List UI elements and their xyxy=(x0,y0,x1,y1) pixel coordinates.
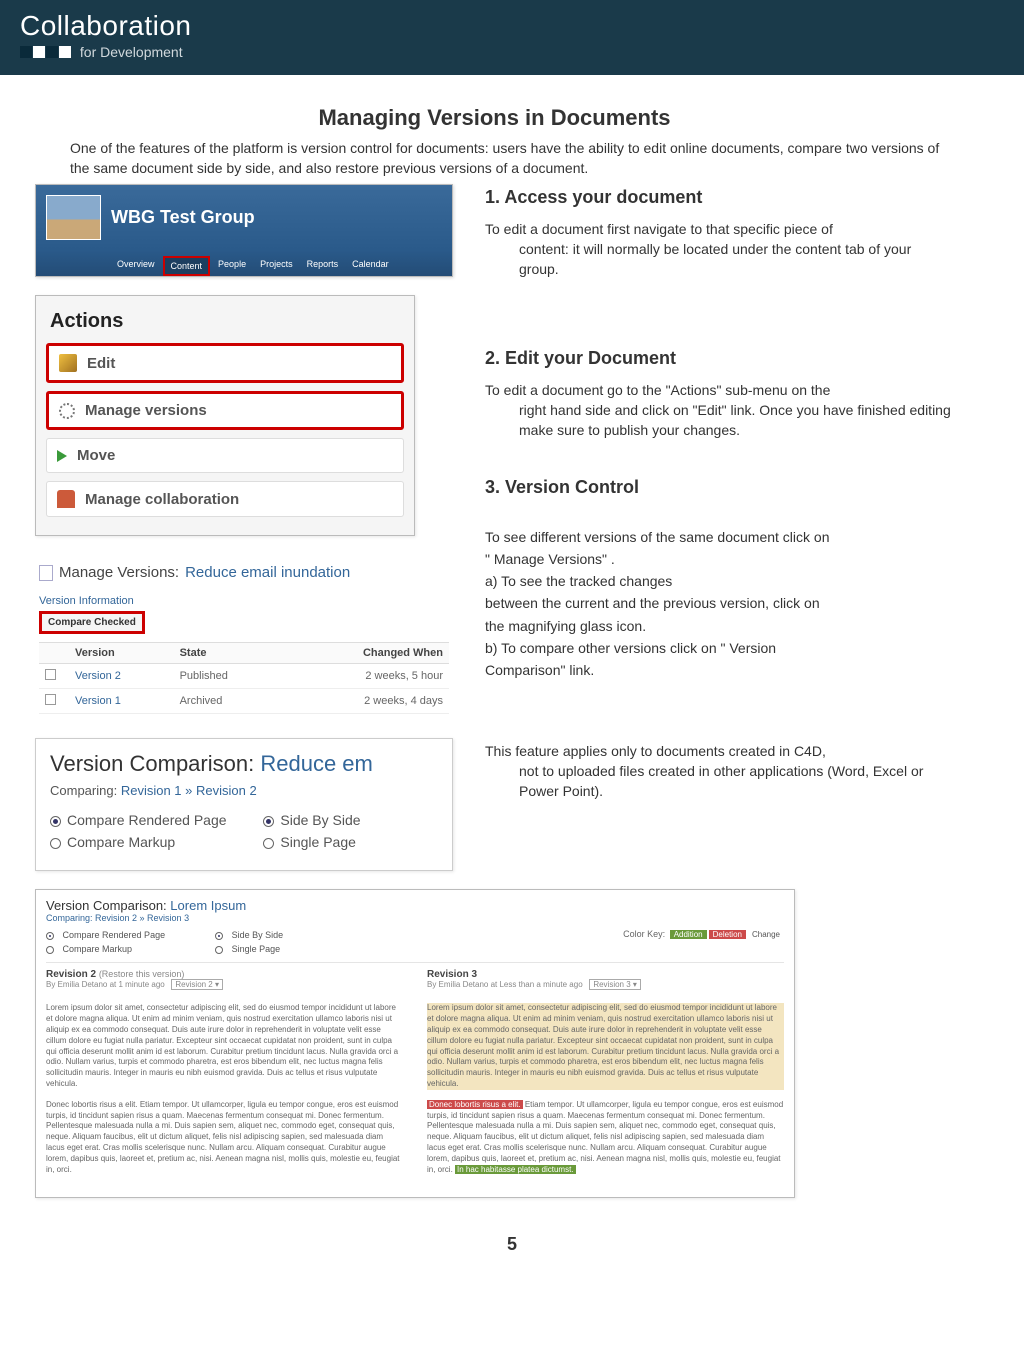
action-move[interactable]: Move xyxy=(46,438,404,473)
diff-right-column: Revision 3 By Emilia Detano at Less than… xyxy=(427,969,784,1185)
checkbox-icon[interactable] xyxy=(45,669,56,680)
tab-people[interactable]: People xyxy=(212,256,252,276)
col-version: Version xyxy=(69,643,174,664)
step-2: 2. Edit your Document To edit a document… xyxy=(485,345,954,440)
col-changed: Changed When xyxy=(283,643,449,664)
radio-compare-markup[interactable]: Compare Markup xyxy=(50,834,263,850)
radio-on-icon xyxy=(50,816,61,827)
ws-radio-side[interactable]: Side By Side xyxy=(215,929,283,943)
step-2-heading: 2. Edit your Document xyxy=(485,345,954,371)
diff-para: Donec lobortis risus a elit. Etiam tempo… xyxy=(46,1100,403,1176)
vc-subtitle: Comparing: Revision 1 » Revision 2 xyxy=(50,783,438,798)
radio-single-page[interactable]: Single Page xyxy=(263,834,360,850)
radio-on-icon xyxy=(215,932,223,940)
table-row: Version 2 Published 2 weeks, 5 hour xyxy=(39,664,449,689)
tab-reports[interactable]: Reports xyxy=(301,256,345,276)
step-3-heading: 3. Version Control xyxy=(485,474,954,500)
ws-radio-markup[interactable]: Compare Markup xyxy=(46,943,165,957)
header-squares-icon xyxy=(20,45,72,61)
ws-radio-single[interactable]: Single Page xyxy=(215,943,283,957)
step-1: 1. Access your document To edit a docume… xyxy=(485,184,954,279)
group-header-screenshot: WBG Test Group Overview Content People P… xyxy=(35,184,453,277)
gear-icon xyxy=(59,403,75,419)
person-icon xyxy=(57,490,75,508)
table-row: Version 1 Archived 2 weeks, 4 days xyxy=(39,689,449,714)
color-key: Color Key: AdditionDeletionChange xyxy=(623,929,784,939)
diff-left-column: Revision 2 (Restore this version) By Emi… xyxy=(46,969,403,1185)
group-thumbnail-icon xyxy=(46,195,101,240)
revision-select-right[interactable]: Revision 3 ▾ xyxy=(589,979,641,990)
ws-radio-rendered[interactable]: Compare Rendered Page xyxy=(46,929,165,943)
arrow-icon xyxy=(57,450,67,462)
document-icon xyxy=(39,565,53,581)
actions-title: Actions xyxy=(46,304,404,343)
intro-paragraph: One of the features of the platform is v… xyxy=(70,139,954,178)
compare-checked-button[interactable]: Compare Checked xyxy=(39,611,145,634)
radio-off-icon xyxy=(50,838,61,849)
app-header: Collaboration for Development xyxy=(0,0,1024,75)
radio-off-icon xyxy=(215,946,223,954)
ws-subtitle: Comparing: Revision 2 » Revision 3 xyxy=(46,913,784,923)
header-title: Collaboration xyxy=(20,10,1004,42)
page-number: 5 xyxy=(0,1218,1024,1271)
diff-para: Lorem ipsum dolor sit amet, consectetur … xyxy=(427,1003,784,1089)
version-comparison-controls-screenshot: Version Comparison: Reduce em Comparing:… xyxy=(35,738,453,871)
vc-title: Version Comparison: Reduce em xyxy=(50,751,438,777)
actions-panel-screenshot: Actions Edit Manage versions Move Manage… xyxy=(35,295,415,536)
page-title: Managing Versions in Documents xyxy=(35,105,954,131)
header-subtitle: for Development xyxy=(20,44,1004,61)
radio-off-icon xyxy=(46,946,54,954)
tab-calendar[interactable]: Calendar xyxy=(346,256,395,276)
checkbox-icon[interactable] xyxy=(45,694,56,705)
step-1-heading: 1. Access your document xyxy=(485,184,954,210)
manage-versions-heading: Manage Versions: Reduce email inundation xyxy=(39,564,449,581)
radio-side-by-side[interactable]: Side By Side xyxy=(263,812,360,828)
col-state: State xyxy=(174,643,283,664)
group-tabs: Overview Content People Projects Reports… xyxy=(36,250,452,276)
version-comparison-diff-screenshot: Version Comparison: Lorem Ipsum Comparin… xyxy=(35,889,795,1198)
revision-select-left[interactable]: Revision 2 ▾ xyxy=(171,979,223,990)
diff-para: Donec lobortis risus a elit. Etiam tempo… xyxy=(427,1100,784,1176)
group-name: WBG Test Group xyxy=(111,207,255,228)
note: This feature applies only to documents c… xyxy=(485,741,954,802)
version-information-tab[interactable]: Version Information xyxy=(39,595,449,607)
action-manage-versions[interactable]: Manage versions xyxy=(46,391,404,430)
action-manage-collaboration[interactable]: Manage collaboration xyxy=(46,481,404,517)
versions-table: Version State Changed When Version 2 Pub… xyxy=(39,642,449,714)
tab-content[interactable]: Content xyxy=(163,256,211,276)
radio-compare-rendered[interactable]: Compare Rendered Page xyxy=(50,812,263,828)
edit-icon xyxy=(59,354,77,372)
diff-para: Lorem ipsum dolor sit amet, consectetur … xyxy=(46,1003,403,1089)
radio-off-icon xyxy=(263,838,274,849)
tab-projects[interactable]: Projects xyxy=(254,256,299,276)
manage-versions-screenshot: Manage Versions: Reduce email inundation… xyxy=(35,558,453,720)
ws-title: Version Comparison: Lorem Ipsum xyxy=(46,898,784,913)
action-edit[interactable]: Edit xyxy=(46,343,404,383)
tab-overview[interactable]: Overview xyxy=(111,256,161,276)
step-3: 3. Version Control To see different vers… xyxy=(485,474,954,680)
radio-on-icon xyxy=(263,816,274,827)
radio-on-icon xyxy=(46,932,54,940)
